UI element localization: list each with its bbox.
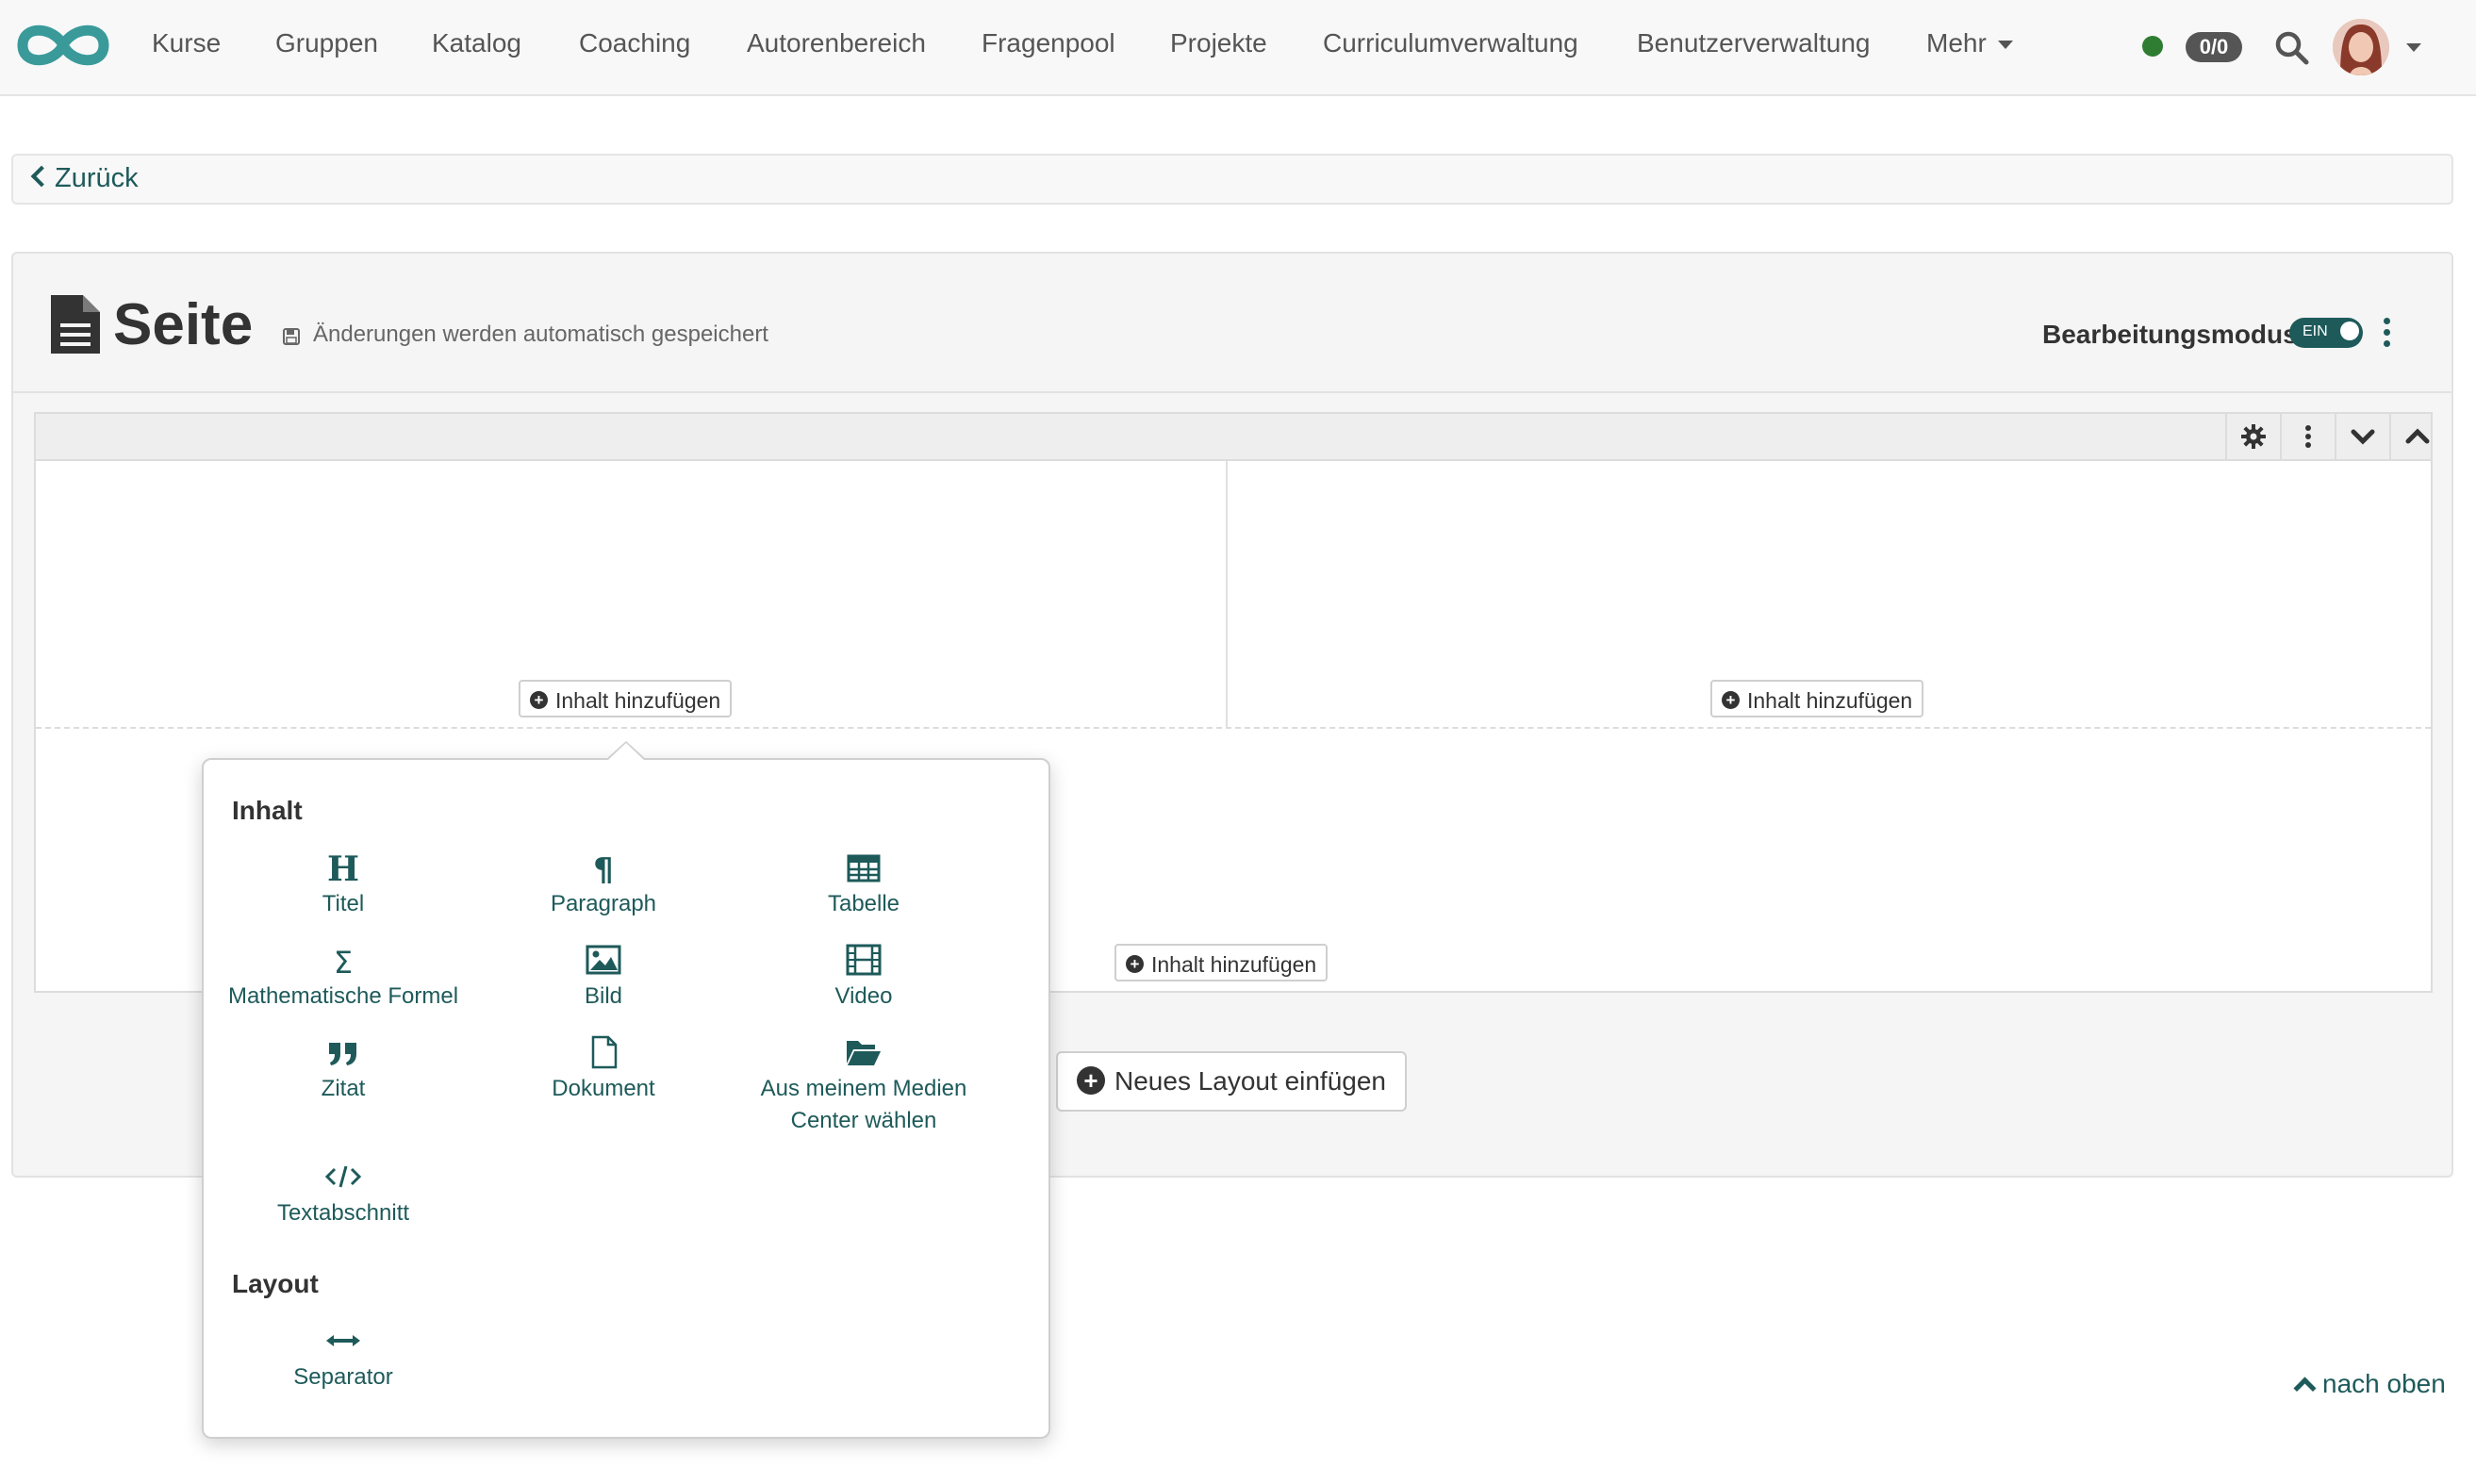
code-icon bbox=[213, 1160, 473, 1194]
caret-down-icon bbox=[1997, 41, 2013, 50]
popover-heading-content: Inhalt bbox=[232, 796, 303, 825]
page-options-kebab-icon[interactable] bbox=[2384, 318, 2391, 350]
popover-item-label: Titel bbox=[322, 891, 365, 916]
svg-text:Σ: Σ bbox=[334, 945, 353, 977]
popover-item-label: Video bbox=[834, 983, 893, 1009]
chevron-up-icon[interactable] bbox=[2389, 414, 2444, 459]
add-content-button-col1[interactable]: + Inhalt hinzufügen bbox=[519, 680, 733, 717]
quote-icon bbox=[213, 1035, 473, 1069]
nav-item-benutzerverwaltung[interactable]: Benutzerverwaltung bbox=[1637, 28, 1870, 58]
plus-circle-icon: + bbox=[1126, 955, 1144, 974]
new-layout-button[interactable]: + Neues Layout einfügen bbox=[1056, 1051, 1407, 1112]
popover-item-video[interactable]: Video bbox=[734, 943, 994, 1013]
popover-item-paragraph[interactable]: ¶ Paragraph bbox=[473, 850, 734, 920]
document-icon bbox=[51, 295, 100, 354]
back-to-top-link[interactable]: nach oben bbox=[2293, 1369, 2446, 1400]
heading-icon: H bbox=[213, 850, 473, 884]
layout-toolbar bbox=[36, 414, 2431, 461]
popover-item-label: Textabschnitt bbox=[276, 1200, 410, 1226]
separator-icon bbox=[213, 1324, 473, 1358]
add-content-label: Inhalt hinzufügen bbox=[555, 688, 721, 713]
nav-item-projekte[interactable]: Projekte bbox=[1170, 28, 1267, 58]
popover-item-medien-center[interactable]: Aus meinem Medien Center wählen bbox=[734, 1035, 994, 1137]
plus-circle-icon: + bbox=[1077, 1065, 1105, 1095]
popover-item-zitat[interactable]: Zitat bbox=[213, 1035, 473, 1105]
popover-item-label: Mathematische Formel bbox=[227, 983, 459, 1009]
add-content-popover: Inhalt H Titel ¶ Paragraph Tabelle Σ Mat… bbox=[202, 741, 1050, 1439]
page-title: Seite bbox=[113, 292, 254, 357]
popover-heading-layout: Layout bbox=[232, 1269, 319, 1298]
autosave-note: Änderungen werden automatisch gespeicher… bbox=[283, 322, 768, 348]
document-icon bbox=[473, 1035, 734, 1069]
notification-badge[interactable]: 0/0 bbox=[2186, 32, 2242, 62]
nav-item-fragenpool[interactable]: Fragenpool bbox=[982, 28, 1115, 58]
popover-item-bild[interactable]: Bild bbox=[473, 943, 734, 1013]
image-icon bbox=[473, 943, 734, 977]
popover-item-formel[interactable]: Σ Mathematische Formel bbox=[213, 943, 473, 1013]
nav-more-label: Mehr bbox=[1926, 28, 1987, 58]
to-top-label: nach oben bbox=[2322, 1369, 2446, 1398]
column-divider bbox=[1226, 461, 1228, 727]
popover-item-label: Tabelle bbox=[827, 891, 900, 916]
new-layout-label: Neues Layout einfügen bbox=[1114, 1066, 1386, 1096]
page-header: Seite Änderungen werden automatisch gesp… bbox=[13, 254, 2451, 393]
toggle-knob bbox=[2340, 322, 2359, 340]
row-separator bbox=[36, 727, 2431, 729]
add-content-label: Inhalt hinzufügen bbox=[1747, 688, 1913, 713]
popover-item-label: Aus meinem Medien Center wählen bbox=[760, 1076, 967, 1133]
online-status-icon bbox=[2142, 36, 2163, 57]
top-navigation: Kurse Gruppen Katalog Coaching Autorenbe… bbox=[0, 0, 2476, 96]
sigma-icon: Σ bbox=[213, 943, 473, 977]
popover-item-titel[interactable]: H Titel bbox=[213, 850, 473, 920]
nav-item-autorenbereich[interactable]: Autorenbereich bbox=[747, 28, 926, 58]
svg-text:H: H bbox=[327, 850, 359, 884]
toggle-text: EIN bbox=[2303, 323, 2328, 339]
user-menu-caret-icon[interactable] bbox=[2406, 43, 2421, 52]
plus-circle-icon: + bbox=[1722, 691, 1740, 710]
nav-item-gruppen[interactable]: Gruppen bbox=[275, 28, 378, 58]
popover-item-separator[interactable]: Separator bbox=[213, 1324, 473, 1393]
nav-item-kurse[interactable]: Kurse bbox=[152, 28, 221, 58]
chevron-down-icon[interactable] bbox=[2335, 414, 2389, 459]
back-link[interactable]: Zurück bbox=[30, 163, 139, 194]
gear-icon[interactable] bbox=[2225, 414, 2280, 459]
popover-item-label: Separator bbox=[293, 1364, 393, 1390]
floppy-disk-icon bbox=[283, 325, 300, 345]
nav-item-coaching[interactable]: Coaching bbox=[579, 28, 690, 58]
chevron-left-icon bbox=[30, 166, 53, 188]
kebab-icon[interactable] bbox=[2280, 414, 2335, 459]
popover-item-dokument[interactable]: Dokument bbox=[473, 1035, 734, 1105]
film-icon bbox=[734, 943, 994, 977]
paragraph-icon: ¶ bbox=[473, 850, 734, 884]
popover-item-label: Zitat bbox=[321, 1076, 366, 1101]
autosave-text: Änderungen werden automatisch gespeicher… bbox=[313, 322, 768, 347]
edit-mode-toggle[interactable]: EIN bbox=[2289, 318, 2363, 348]
svg-text:¶: ¶ bbox=[593, 851, 614, 884]
nav-item-mehr[interactable]: Mehr bbox=[1926, 28, 2013, 58]
search-icon[interactable] bbox=[2274, 30, 2310, 66]
chevron-up-icon bbox=[2293, 1377, 2317, 1400]
table-icon bbox=[734, 850, 994, 884]
add-content-button-col2[interactable]: + Inhalt hinzufügen bbox=[1710, 680, 1924, 717]
popover-item-textabschnitt[interactable]: Textabschnitt bbox=[213, 1160, 473, 1229]
popover-item-tabelle[interactable]: Tabelle bbox=[734, 850, 994, 920]
edit-mode-label: Bearbeitungsmodus bbox=[2042, 320, 2298, 349]
nav-item-katalog[interactable]: Katalog bbox=[432, 28, 521, 58]
logo-icon[interactable] bbox=[13, 19, 113, 72]
back-bar: Zurück bbox=[11, 154, 2453, 205]
nav-item-curriculumverwaltung[interactable]: Curriculumverwaltung bbox=[1323, 28, 1578, 58]
popover-item-label: Dokument bbox=[552, 1076, 655, 1101]
add-content-button-row2[interactable]: + Inhalt hinzufügen bbox=[1114, 944, 1329, 981]
plus-circle-icon: + bbox=[530, 691, 548, 710]
popover-item-label: Bild bbox=[584, 983, 623, 1009]
avatar[interactable] bbox=[2333, 19, 2389, 75]
folder-open-icon bbox=[734, 1035, 994, 1069]
back-label: Zurück bbox=[55, 163, 139, 193]
add-content-label: Inhalt hinzufügen bbox=[1151, 952, 1317, 977]
popover-arrow bbox=[605, 741, 647, 761]
popover-item-label: Paragraph bbox=[550, 891, 657, 916]
